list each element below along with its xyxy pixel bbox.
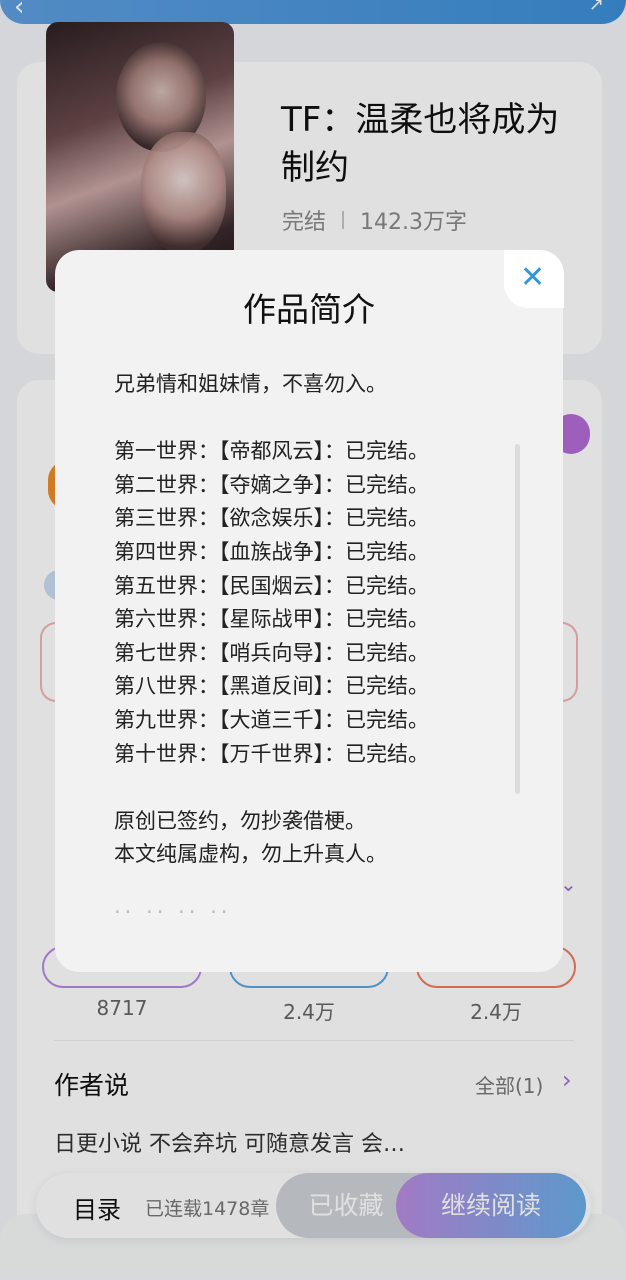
world-line: 第五世界：【民国烟云】：已完结。 <box>114 573 429 598</box>
synopsis-text: 兄弟情和姐妹情，不喜勿入。 第一世界：【帝都风云】：已完结。 第二世界：【夺嫡之… <box>114 368 514 872</box>
synopsis-intro: 兄弟情和姐妹情，不喜勿入。 <box>114 372 387 396</box>
synopsis-note-1: 原创已签约，勿抄袭借梗。 <box>114 808 366 833</box>
world-line: 第八世界：【黑道反间】：已完结。 <box>114 674 429 699</box>
world-line: 第九世界：【大道三千】：已完结。 <box>114 707 429 732</box>
world-line: 第三世界：【欲念娱乐】：已完结。 <box>114 506 429 531</box>
modal-title: 作品简介 <box>243 290 375 329</box>
world-line: 第七世界：【哨兵向导】：已完结。 <box>114 640 429 665</box>
modal-scrollbar[interactable] <box>515 444 520 794</box>
synopsis-note-2: 本文纯属虚构，勿上升真人。 <box>114 842 387 867</box>
world-line: 第六世界：【星际战甲】：已完结。 <box>114 607 429 632</box>
world-line: 第二世界：【夺嫡之争】：已完结。 <box>114 472 429 497</box>
world-line: 第十世界：【万千世界】：已完结。 <box>114 741 429 766</box>
world-line: 第四世界：【血族战争】：已完结。 <box>114 539 429 564</box>
truncated-text-hint: ·· ·· ·· ·· <box>114 900 232 924</box>
world-line: 第一世界：【帝都风云】：已完结。 <box>114 439 429 464</box>
